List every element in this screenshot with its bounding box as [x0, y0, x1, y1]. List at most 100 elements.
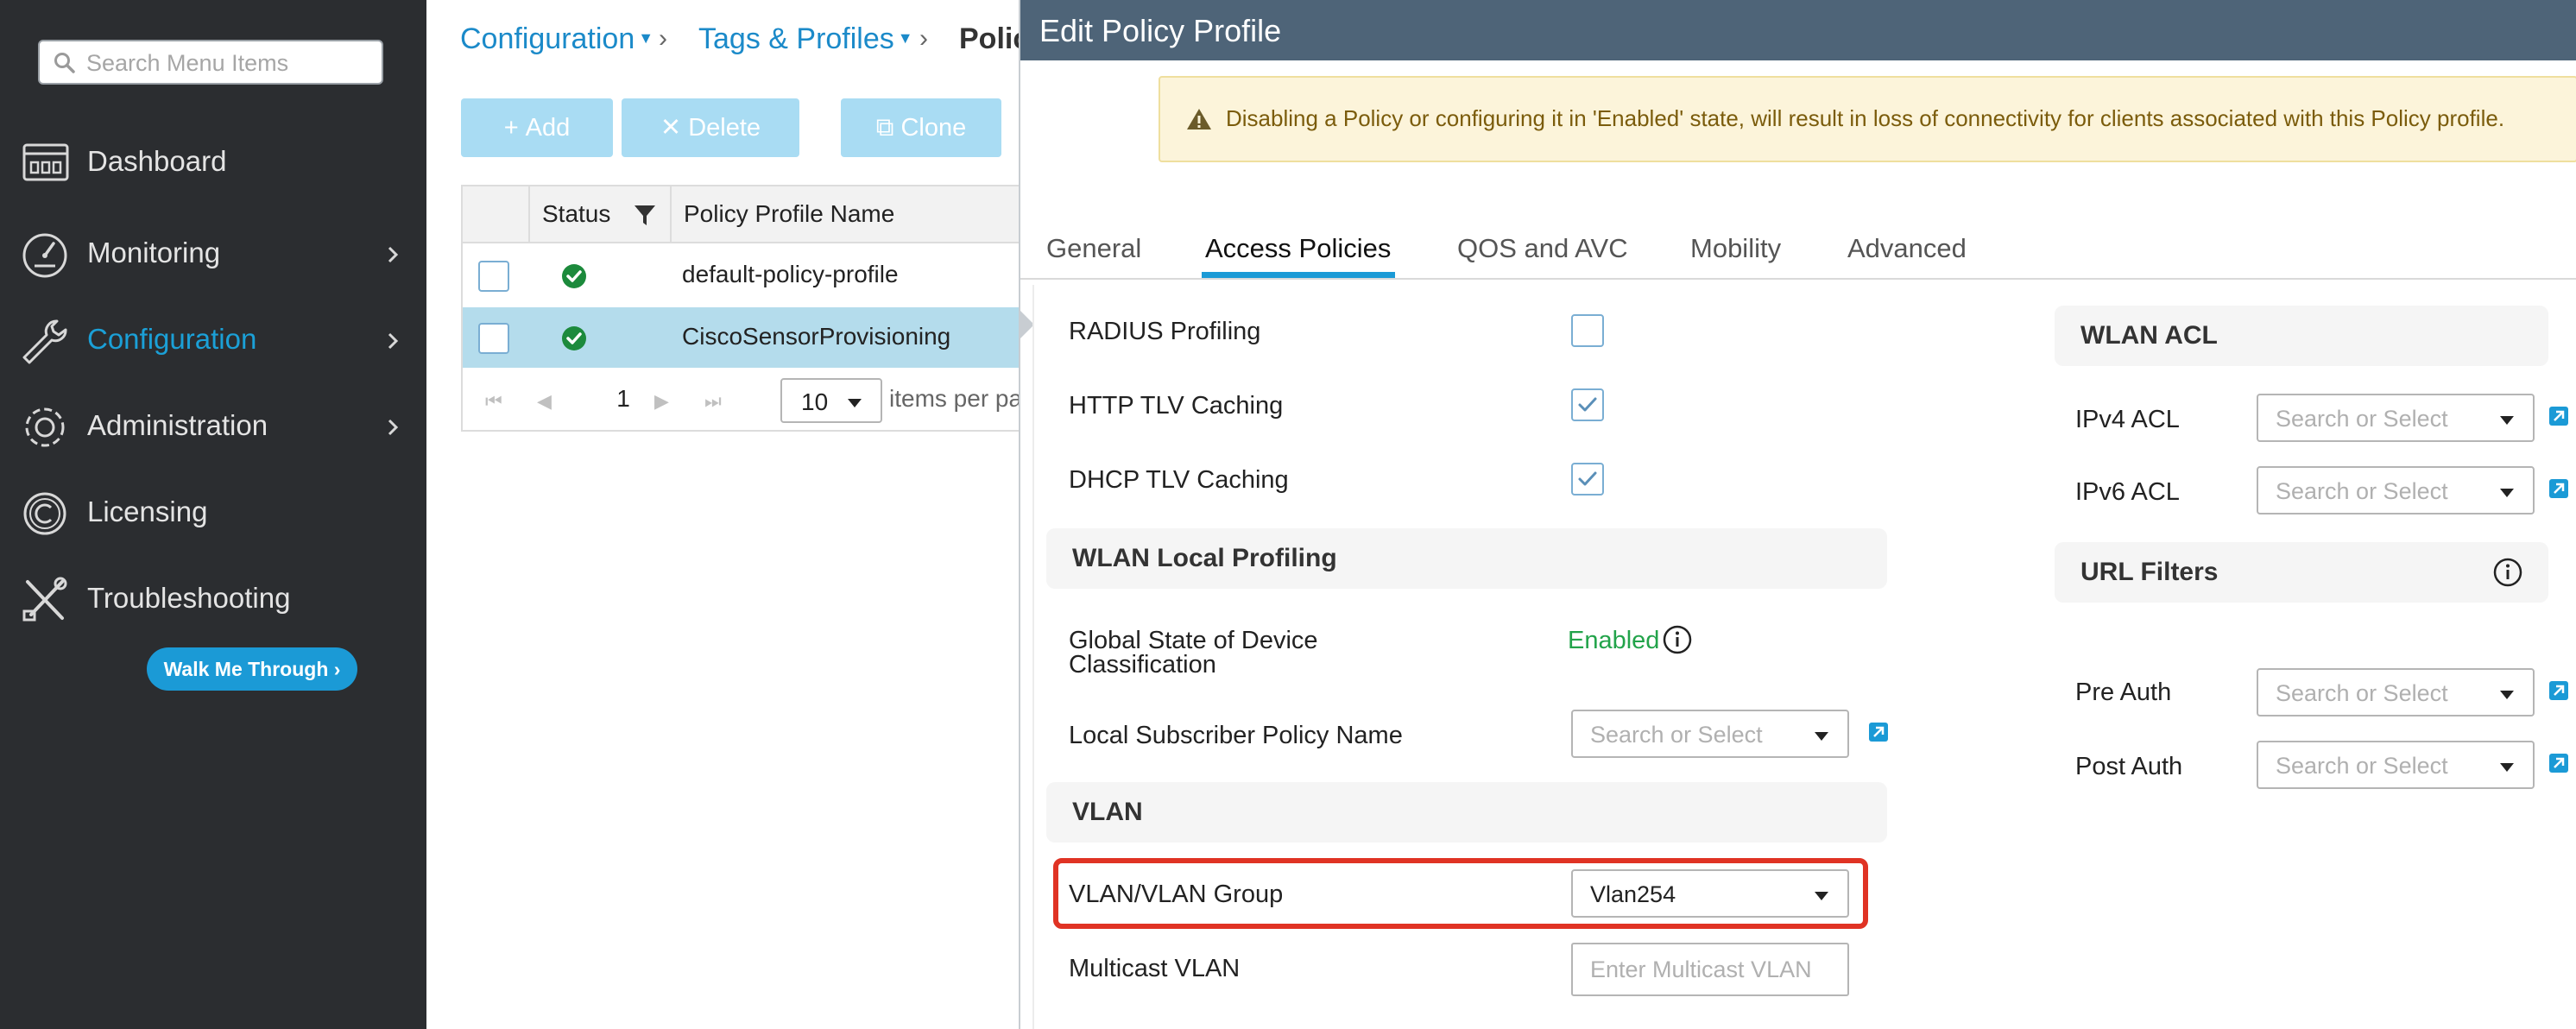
- gear-icon: [19, 402, 73, 452]
- menu-search-input[interactable]: [86, 48, 371, 78]
- pre-auth-label: Pre Auth: [2075, 679, 2172, 706]
- first-page-icon[interactable]: ⏮: [485, 390, 502, 413]
- filter-icon[interactable]: [632, 202, 658, 228]
- next-page-icon[interactable]: ▶: [654, 390, 669, 413]
- column-header-status[interactable]: Status: [542, 200, 610, 228]
- troubleshooting-icon: [19, 575, 73, 625]
- table-row[interactable]: CiscoSensorProvisioning: [463, 307, 1020, 368]
- tab-divider: [1020, 278, 2576, 280]
- policy-profile-name[interactable]: default-policy-profile: [682, 261, 899, 288]
- external-link-icon[interactable]: [2548, 478, 2569, 499]
- page-number: 1: [616, 385, 630, 412]
- tab-advanced[interactable]: Advanced: [1847, 233, 1967, 264]
- tab-mobility[interactable]: Mobility: [1690, 233, 1781, 264]
- caret-down-icon: ▼: [638, 29, 654, 47]
- ipv6-acl-label: IPv6 ACL: [2075, 478, 2180, 506]
- search-icon: [54, 52, 76, 74]
- local-subscriber-policy-label: Local Subscriber Policy Name: [1069, 722, 1403, 749]
- row-checkbox[interactable]: [478, 323, 509, 354]
- sidebar: Dashboard Monitoring Configuration Admin…: [0, 0, 426, 1029]
- nav-label-dashboard: Dashboard: [87, 145, 227, 177]
- dhcp-tlv-caching-label: DHCP TLV Caching: [1069, 466, 1289, 494]
- caret-down-icon: [1815, 892, 1828, 900]
- check-icon: [1578, 471, 1597, 486]
- walk-me-through-button[interactable]: Walk Me Through ›: [147, 647, 357, 691]
- info-icon[interactable]: [2493, 558, 2522, 587]
- vlan-section: VLAN: [1046, 782, 1887, 843]
- post-auth-label: Post Auth: [2075, 753, 2183, 780]
- check-icon: [1578, 397, 1597, 412]
- edit-policy-profile-panel: Edit Policy Profile Disabling a Policy o…: [1019, 0, 2576, 1029]
- ipv4-acl-select[interactable]: Search or Select: [2257, 394, 2535, 442]
- ipv4-acl-label: IPv4 ACL: [2075, 406, 2180, 433]
- policy-profile-table: Status Policy Profile Name default-polic…: [461, 185, 1022, 432]
- nav-item-monitoring[interactable]: Monitoring: [0, 216, 426, 294]
- breadcrumb-separator-icon: ›: [659, 24, 667, 53]
- breadcrumb-tags-profiles[interactable]: Tags & Profiles ▼: [698, 22, 913, 56]
- nav-item-dashboard[interactable]: Dashboard: [0, 124, 426, 202]
- nav-item-licensing[interactable]: Licensing: [0, 475, 426, 552]
- caret-down-icon: [2500, 416, 2514, 425]
- wrench-icon: [19, 316, 73, 366]
- clone-button-label: Clone: [900, 114, 967, 142]
- section-title: WLAN ACL: [2080, 321, 2218, 350]
- global-state-value: Enabled: [1568, 627, 1660, 654]
- select-placeholder: Search or Select: [1590, 722, 1763, 748]
- last-page-icon[interactable]: ⏭: [704, 390, 722, 413]
- nav-item-administration[interactable]: Administration: [0, 388, 426, 466]
- external-link-icon[interactable]: [2548, 680, 2569, 701]
- page-size-value: 10: [801, 388, 829, 415]
- http-tlv-caching-checkbox[interactable]: [1571, 388, 1604, 421]
- policy-profile-name[interactable]: CiscoSensorProvisioning: [682, 323, 950, 350]
- nav-item-configuration[interactable]: Configuration: [0, 302, 426, 380]
- warning-banner: Disabling a Policy or configuring it in …: [1159, 76, 2576, 162]
- nav-label-troubleshooting: Troubleshooting: [87, 582, 291, 614]
- delete-button[interactable]: ✕ Delete: [622, 98, 799, 157]
- breadcrumb-configuration[interactable]: Configuration ▼: [460, 22, 653, 56]
- section-title: WLAN Local Profiling: [1072, 544, 1337, 572]
- add-button[interactable]: + Add: [461, 98, 613, 157]
- external-link-icon[interactable]: [2548, 753, 2569, 773]
- clone-button[interactable]: ⧉ Clone: [841, 98, 1001, 157]
- nav-label-monitoring: Monitoring: [87, 237, 221, 268]
- vlan-group-select[interactable]: Vlan254: [1571, 869, 1849, 918]
- nav-label-licensing: Licensing: [87, 496, 208, 527]
- breadcrumb-configuration-label: Configuration: [460, 22, 635, 55]
- chevron-right-icon: [387, 245, 399, 264]
- licensing-icon: [19, 489, 73, 539]
- tab-qos-and-avc[interactable]: QOS and AVC: [1457, 233, 1628, 264]
- section-title: VLAN: [1072, 798, 1143, 826]
- post-auth-select[interactable]: Search or Select: [2257, 741, 2535, 789]
- table-row[interactable]: default-policy-profile: [463, 245, 1020, 306]
- nav-item-troubleshooting[interactable]: Troubleshooting: [0, 561, 426, 639]
- nav-label-configuration: Configuration: [87, 323, 257, 355]
- pre-auth-select[interactable]: Search or Select: [2257, 668, 2535, 717]
- warning-icon: [1186, 107, 1212, 131]
- multicast-vlan-input[interactable]: [1571, 943, 1849, 996]
- plus-icon: +: [503, 114, 519, 142]
- caret-down-icon: [1815, 732, 1828, 741]
- breadcrumb-separator-icon: ›: [919, 24, 928, 53]
- external-link-icon[interactable]: [2548, 406, 2569, 426]
- column-header-policy-profile-name[interactable]: Policy Profile Name: [684, 200, 894, 228]
- column-divider: [528, 186, 530, 243]
- ipv6-acl-select[interactable]: Search or Select: [2257, 466, 2535, 514]
- section-title: URL Filters: [2080, 558, 2219, 586]
- info-icon[interactable]: [1663, 625, 1692, 654]
- tab-general[interactable]: General: [1046, 233, 1141, 264]
- local-subscriber-policy-select[interactable]: Search or Select: [1571, 710, 1849, 758]
- radius-profiling-checkbox[interactable]: [1571, 314, 1604, 347]
- caret-down-icon: ▼: [897, 29, 913, 47]
- tab-access-policies[interactable]: Access Policies: [1205, 233, 1391, 264]
- row-checkbox[interactable]: [478, 261, 509, 292]
- select-placeholder: Search or Select: [2276, 406, 2448, 432]
- menu-search-box[interactable]: [38, 40, 383, 85]
- chevron-right-icon: [387, 331, 399, 350]
- external-link-icon[interactable]: [1868, 722, 1889, 742]
- add-button-label: Add: [525, 114, 571, 142]
- prev-page-icon[interactable]: ◀: [537, 390, 552, 413]
- active-tab-indicator: [1202, 272, 1395, 278]
- page-size-select[interactable]: 10: [780, 378, 882, 423]
- delete-button-label: Delete: [688, 114, 761, 142]
- dhcp-tlv-caching-checkbox[interactable]: [1571, 463, 1604, 496]
